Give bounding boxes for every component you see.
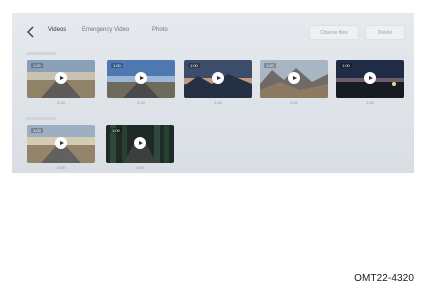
- tab-photo[interactable]: Photo: [152, 27, 168, 33]
- video-caption: 2:00: [290, 100, 298, 105]
- video-caption: 2:00: [57, 165, 65, 170]
- video-duration: 1:00: [340, 63, 352, 68]
- video-caption: 2:00: [366, 100, 374, 105]
- video-duration: 1:00: [110, 128, 122, 133]
- tab-videos[interactable]: Videos: [48, 27, 66, 33]
- play-icon[interactable]: [364, 72, 376, 84]
- video-card[interactable]: 1:00 2:00: [260, 60, 328, 108]
- date-group-label: [26, 52, 56, 55]
- video-caption: 2:00: [137, 100, 145, 105]
- figure-id-label: OMT22-4320: [354, 273, 414, 284]
- back-arrow-icon[interactable]: [24, 25, 38, 39]
- video-duration: 1:00: [264, 63, 276, 68]
- delete-button[interactable]: Delete: [365, 25, 405, 40]
- video-card[interactable]: 1:00 2:00: [336, 60, 404, 108]
- tab-emergency-video[interactable]: Emergency Video: [82, 27, 129, 33]
- video-card[interactable]: 1:00 2:00: [107, 60, 175, 108]
- play-icon[interactable]: [288, 72, 300, 84]
- video-duration: 1:00: [31, 63, 43, 68]
- video-card[interactable]: 1:00 2:00: [106, 125, 174, 173]
- date-group-label: [26, 117, 56, 120]
- top-bar: Videos Emergency Video Photo Choose file…: [12, 13, 414, 51]
- infotainment-screen: Videos Emergency Video Photo Choose file…: [12, 13, 414, 173]
- video-card[interactable]: 1:00 2:00: [184, 60, 252, 108]
- play-icon[interactable]: [55, 72, 67, 84]
- video-caption: 2:00: [57, 100, 65, 105]
- video-caption: 2:00: [136, 165, 144, 170]
- video-duration: 1:00: [111, 63, 123, 68]
- play-icon[interactable]: [134, 137, 146, 149]
- video-duration: 1:00: [31, 128, 43, 133]
- play-icon[interactable]: [212, 72, 224, 84]
- choose-files-button[interactable]: Choose files: [309, 25, 359, 40]
- play-icon[interactable]: [135, 72, 147, 84]
- play-icon[interactable]: [55, 137, 67, 149]
- video-card[interactable]: 1:00 2:00: [27, 125, 95, 173]
- video-duration: 1:00: [188, 63, 200, 68]
- video-card[interactable]: 1:00 2:00: [27, 60, 95, 108]
- video-caption: 2:00: [214, 100, 222, 105]
